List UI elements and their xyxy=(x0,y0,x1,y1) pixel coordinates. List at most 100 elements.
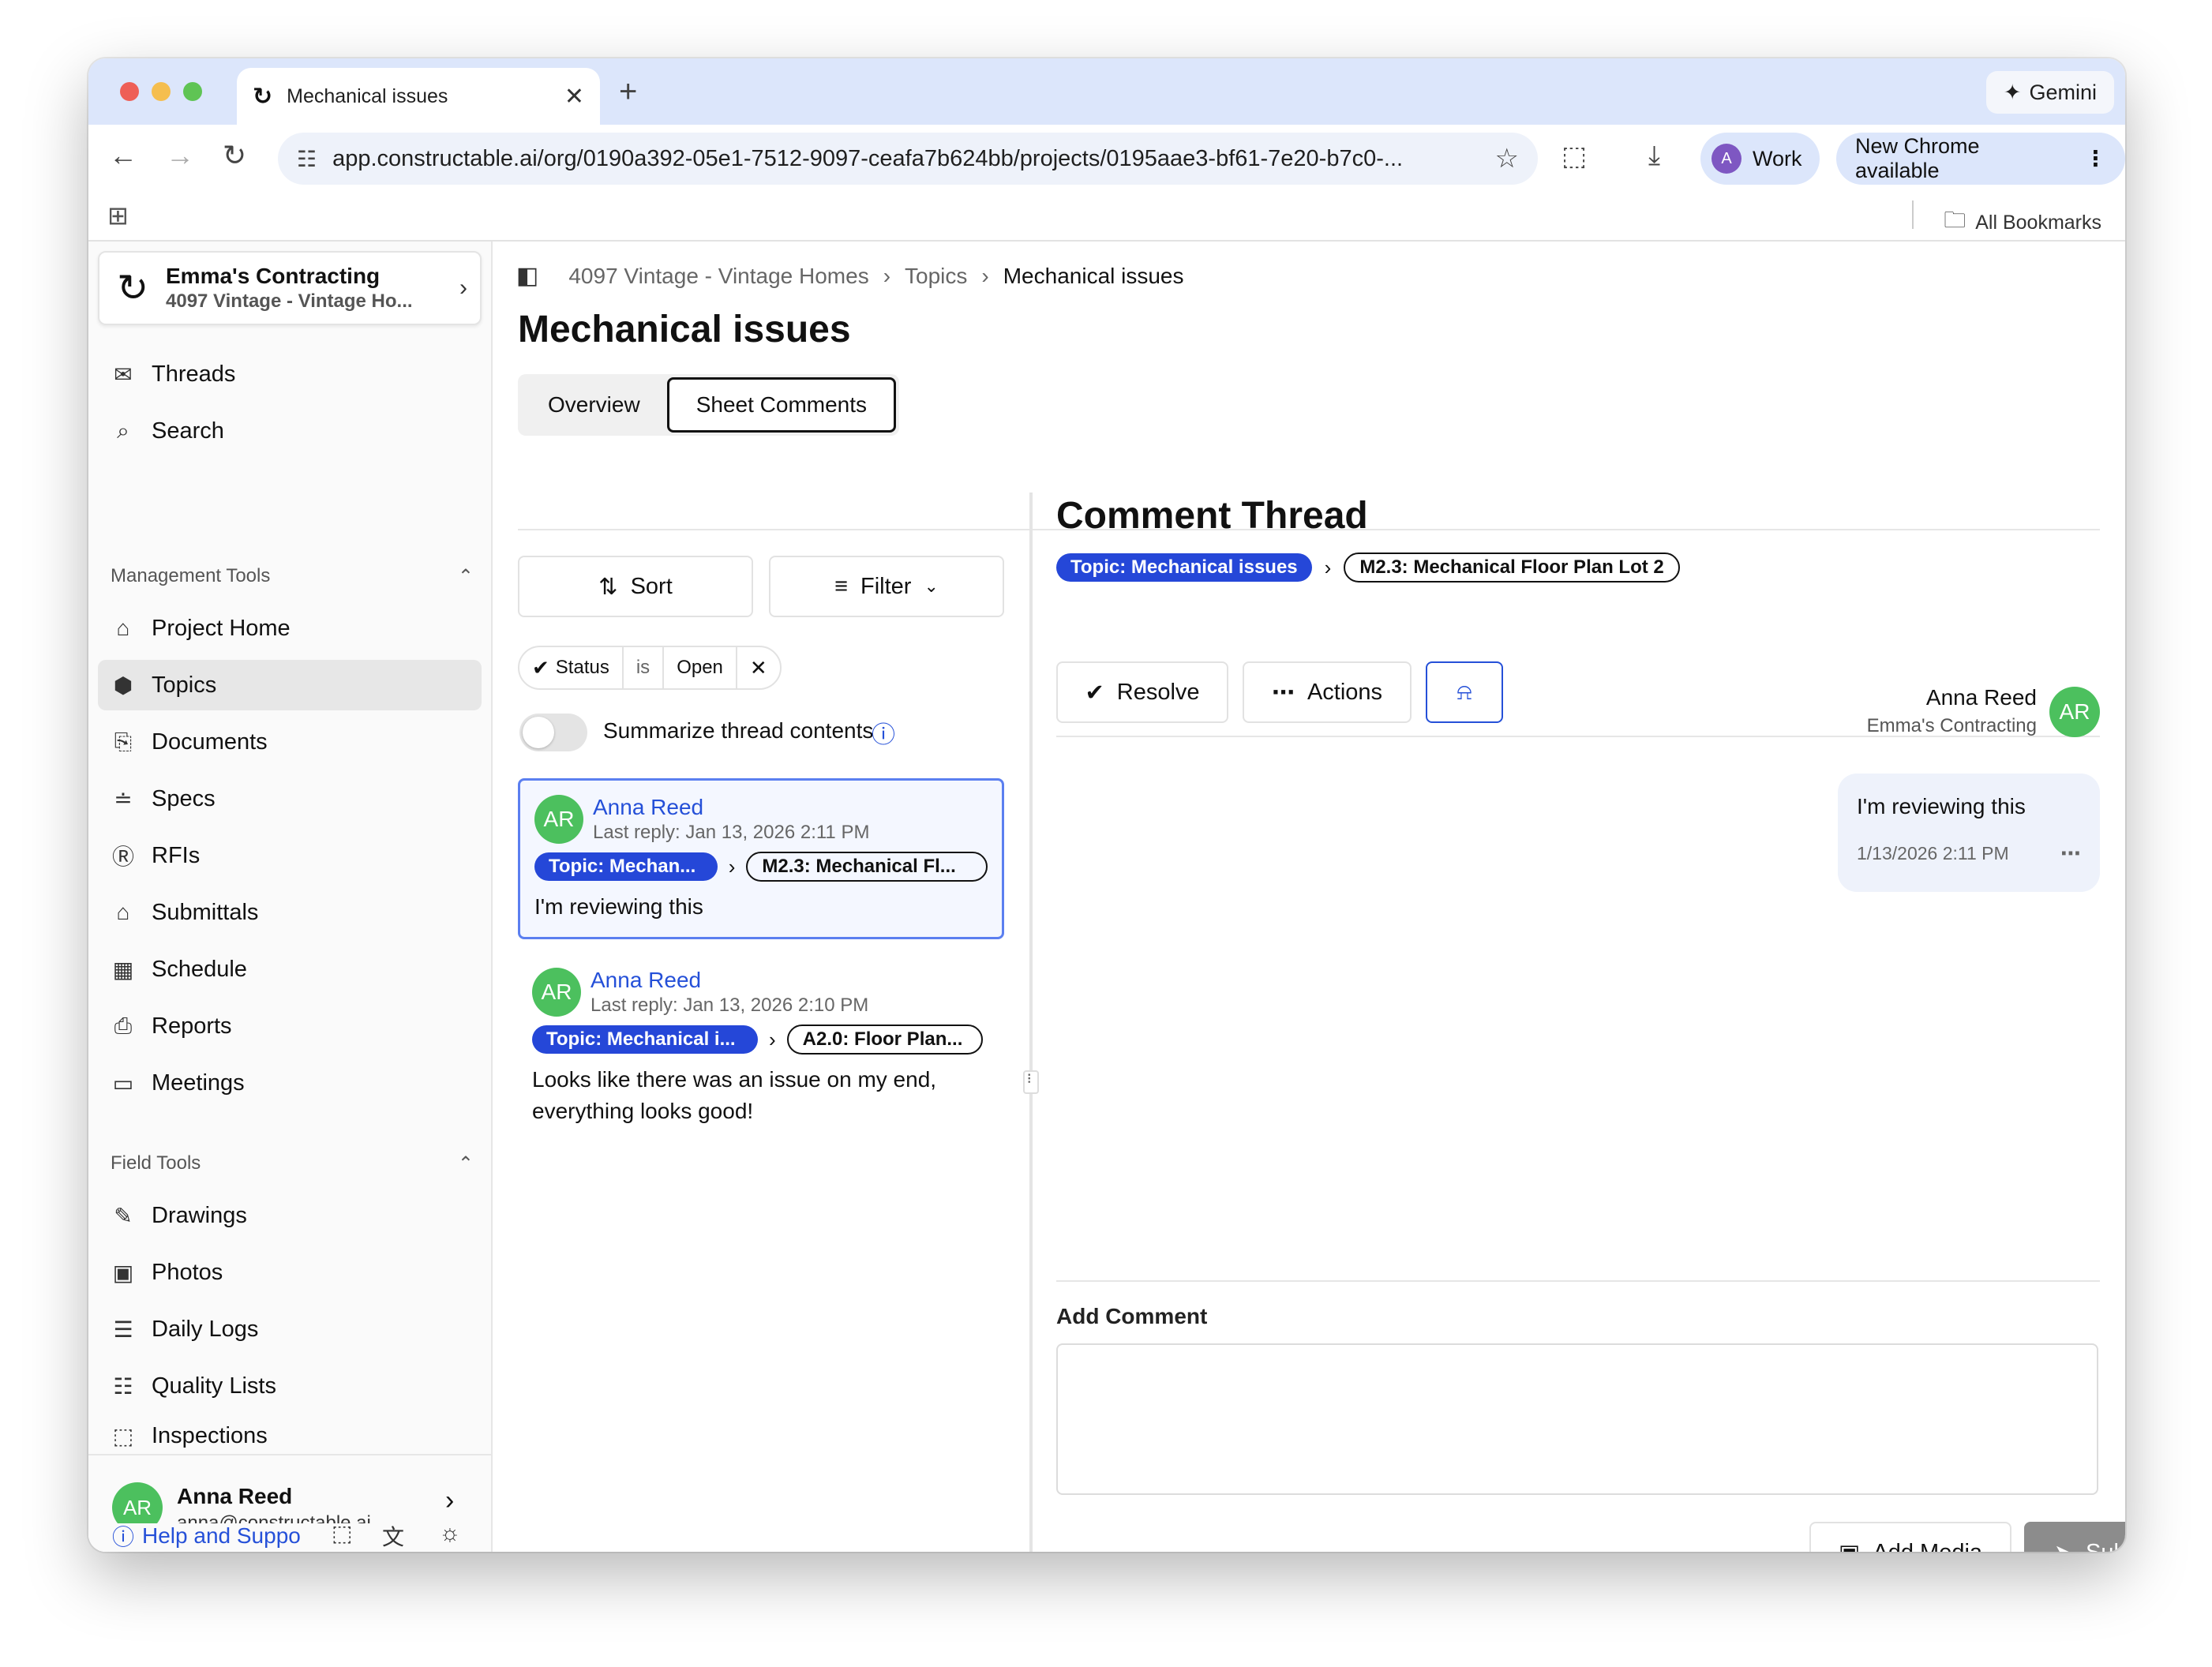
resolve-label: Resolve xyxy=(1116,679,1200,705)
apps-grid-icon[interactable]: ⊞ xyxy=(107,200,129,230)
filter-button[interactable]: ≡ Filter ⌄ xyxy=(769,556,1004,617)
add-media-button[interactable]: ▣ Add Media xyxy=(1809,1522,2011,1552)
thread-card[interactable]: AR Anna Reed Last reply: Jan 13, 2026 2:… xyxy=(518,778,1004,939)
sidebar-item-daily-logs[interactable]: ☰ Daily Logs xyxy=(98,1304,482,1354)
close-tab-icon[interactable]: ✕ xyxy=(564,83,584,111)
address-bar[interactable]: ☷ app.constructable.ai/org/0190a392-05e1… xyxy=(278,133,1538,185)
chrome-update-button[interactable]: New Chrome available ⋮ xyxy=(1836,133,2125,185)
tab-search-icon[interactable]: ⬚ xyxy=(1562,140,1587,172)
topic-tag[interactable]: Topic: Mechan... xyxy=(534,852,718,881)
field-tools-header[interactable]: Field Tools ⌃ xyxy=(111,1152,474,1175)
back-arrow-icon[interactable]: ← xyxy=(109,139,137,172)
help-label: Help and Suppo xyxy=(142,1523,301,1548)
bookmark-star-icon[interactable]: ☆ xyxy=(1495,143,1519,174)
notification-bell-button[interactable]: ⍾ xyxy=(1426,661,1503,723)
sidebar-item-documents[interactable]: ⎘ Documents xyxy=(98,717,482,767)
sidebar-item-rfis[interactable]: Ⓡ RFIs xyxy=(98,830,482,881)
panel-splitter[interactable] xyxy=(1029,493,1033,1552)
thread-author[interactable]: Anna Reed xyxy=(593,795,869,820)
thread-card[interactable]: AR Anna Reed Last reply: Jan 13, 2026 2:… xyxy=(518,953,1004,1151)
zoom-window-button[interactable] xyxy=(183,82,202,101)
topic-tag[interactable]: Topic: Mechanical issues xyxy=(1056,553,1312,582)
comment-thread-tags: Topic: Mechanical issues › M2.3: Mechani… xyxy=(1056,553,1680,583)
site-settings-icon[interactable]: ☷ xyxy=(297,146,317,172)
sidebar-item-threads[interactable]: ✉ Threads xyxy=(98,349,482,399)
sidebar-toggle-icon[interactable]: ◧ xyxy=(516,262,538,290)
management-tools-header[interactable]: Management Tools ⌃ xyxy=(111,565,474,588)
browser-tab[interactable]: ↻ Mechanical issues ✕ xyxy=(237,68,600,125)
help-link[interactable]: ⓘ Help and Suppo xyxy=(112,1520,301,1552)
filter-label: Filter xyxy=(860,573,912,599)
sidebar-item-project-home[interactable]: ⌂ Project Home xyxy=(98,603,482,654)
sidebar-item-quality-lists[interactable]: ☷ Quality Lists xyxy=(98,1361,482,1411)
sidebar-item-inspections[interactable]: ⬚ Inspections xyxy=(98,1418,482,1454)
sidebar-item-label: Meetings xyxy=(152,1070,245,1096)
stamp-icon: ⌂ xyxy=(116,900,130,924)
help-circle-icon[interactable]: ⓘ xyxy=(872,715,895,750)
translate-icon[interactable]: 文 xyxy=(382,1520,404,1552)
sidebar-item-drawings[interactable]: ✎ Drawings xyxy=(98,1190,482,1241)
clear-filter-icon[interactable]: ✕ xyxy=(737,647,780,688)
thread-author[interactable]: Anna Reed xyxy=(590,968,868,993)
download-icon[interactable]: ⤓ xyxy=(1648,140,1660,171)
resolve-button[interactable]: ✔ Resolve xyxy=(1056,661,1228,723)
forward-arrow-icon[interactable]: → xyxy=(166,139,194,172)
topic-tag[interactable]: Topic: Mechanical i... xyxy=(532,1025,758,1054)
drag-handle-icon[interactable]: ⠇ xyxy=(1023,1070,1039,1094)
device-icon[interactable]: ⬚ xyxy=(332,1520,352,1546)
chevron-down-icon: ⌄ xyxy=(924,576,939,596)
sidebar-item-label: Topics xyxy=(152,672,217,698)
sheet-tag[interactable]: M2.3: Mechanical Floor Plan Lot 2 xyxy=(1344,553,1680,583)
new-tab-button[interactable]: + xyxy=(619,74,637,110)
comment-textarea[interactable] xyxy=(1056,1343,2098,1495)
chevron-right-icon: › xyxy=(1324,555,1332,579)
sidebar-item-submittals[interactable]: ⌂ Submittals xyxy=(98,887,482,938)
presentation-icon: ▭ xyxy=(112,1070,134,1096)
sheet-tag[interactable]: A2.0: Floor Plan... xyxy=(786,1025,983,1055)
all-bookmarks-button[interactable]: 🗀 All Bookmarks xyxy=(1944,204,2101,242)
breadcrumb-project[interactable]: 4097 Vintage - Vintage Homes xyxy=(568,264,868,289)
actions-button[interactable]: ⋯ Actions xyxy=(1243,661,1412,723)
project-name: 4097 Vintage - Vintage Ho... xyxy=(166,290,413,312)
submit-button[interactable]: ➤ Submit xyxy=(2024,1522,2125,1552)
sidebar-item-label: Threads xyxy=(152,361,236,387)
filter-value[interactable]: Open xyxy=(664,647,737,688)
sidebar-item-photos[interactable]: ▣ Photos xyxy=(98,1247,482,1298)
breadcrumb-topics[interactable]: Topics xyxy=(905,264,967,289)
avatar: AR xyxy=(532,968,581,1017)
sidebar-item-reports[interactable]: ⎙ Reports xyxy=(98,1001,482,1051)
section-title: Field Tools xyxy=(111,1152,201,1174)
status-field[interactable]: ✔ Status xyxy=(519,647,624,688)
sidebar-item-meetings[interactable]: ▭ Meetings xyxy=(98,1058,482,1108)
tab-overview[interactable]: Overview xyxy=(521,377,667,433)
sidebar-item-search[interactable]: ⌕ Search xyxy=(98,406,482,456)
sidebar-item-schedule[interactable]: ▦ Schedule xyxy=(98,944,482,995)
theme-sun-icon[interactable]: ☼ xyxy=(439,1520,461,1547)
more-horizontal-icon[interactable]: ⋯ xyxy=(2060,841,2081,866)
close-window-button[interactable] xyxy=(120,82,139,101)
specs-icon: ≐ xyxy=(114,786,133,811)
status-filter-chip: ✔ Status is Open ✕ xyxy=(518,646,782,690)
avatar: AR xyxy=(2049,687,2100,737)
calendar-icon: ▦ xyxy=(112,957,134,982)
bell-ring-icon: ⍾ xyxy=(1457,679,1472,705)
chevron-right-icon: › xyxy=(883,263,891,288)
summarize-toggle[interactable] xyxy=(519,714,587,751)
filter-operator[interactable]: is xyxy=(624,647,665,688)
profile-avatar: A xyxy=(1711,144,1741,174)
profile-button[interactable]: A Work xyxy=(1700,133,1820,185)
sidebar-item-specs[interactable]: ≐ Specs xyxy=(98,774,482,824)
org-switcher[interactable]: ↻ Emma's Contracting 4097 Vintage - Vint… xyxy=(98,251,482,325)
chevron-right-icon: › xyxy=(769,1027,776,1051)
gemini-button[interactable]: ✦ Gemini xyxy=(1985,71,2114,114)
minimize-window-button[interactable] xyxy=(152,82,171,101)
update-label: New Chrome available xyxy=(1855,134,1980,182)
add-media-label: Add Media xyxy=(1873,1540,1982,1553)
url-text[interactable]: app.constructable.ai/org/0190a392-05e1-7… xyxy=(332,146,1479,172)
reload-icon[interactable]: ↻ xyxy=(223,139,246,172)
profile-label: Work xyxy=(1753,146,1802,170)
sheet-tag[interactable]: M2.3: Mechanical Fl... xyxy=(746,852,988,882)
sort-button[interactable]: ⇅ Sort xyxy=(518,556,753,617)
sidebar-item-topics[interactable]: ⬢ Topics xyxy=(98,660,482,710)
tab-sheet-comments[interactable]: Sheet Comments xyxy=(666,377,897,433)
